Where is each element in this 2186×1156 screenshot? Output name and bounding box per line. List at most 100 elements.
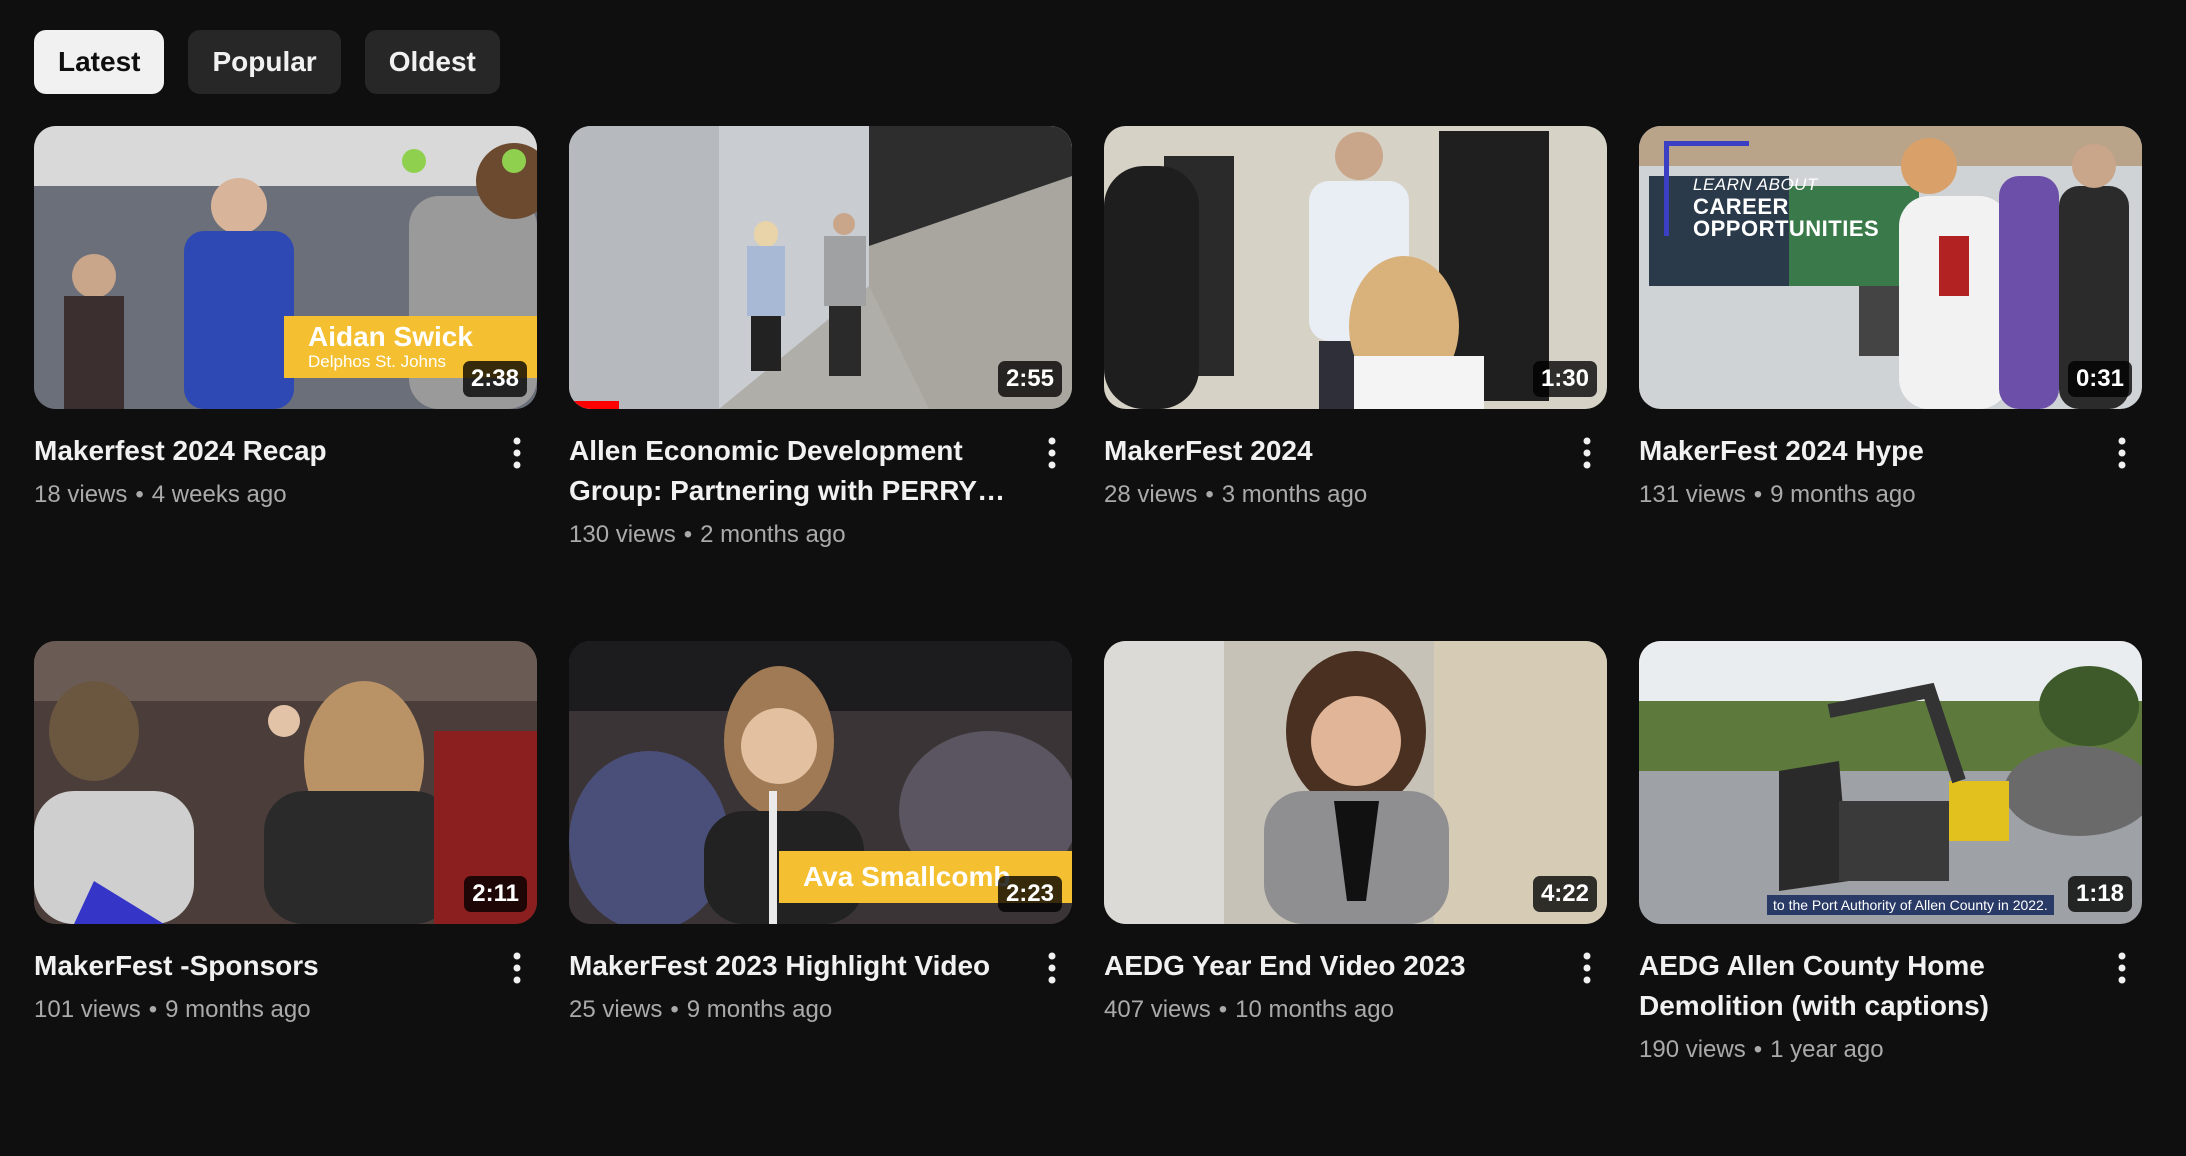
more-options-button[interactable] [1032, 948, 1072, 988]
video-card[interactable]: 2:11 MakerFest -Sponsors 101 views • 9 mon… [34, 641, 537, 1156]
video-meta: MakerFest 2024 Hype 131 views • 9 months a… [1639, 431, 2142, 511]
video-thumbnail[interactable]: 2:55 [569, 126, 1072, 409]
thumbnail-headline-main: CAREER OPPORTUNITIES [1693, 194, 1880, 241]
view-count: 25 views [569, 996, 663, 1023]
thumbnail-image [1104, 126, 1607, 409]
upload-age: 2 months ago [700, 521, 846, 548]
view-count: 407 views [1104, 996, 1211, 1023]
kebab-icon [1048, 437, 1056, 469]
separator-dot: • [670, 996, 679, 1023]
kebab-icon [1583, 952, 1591, 984]
separator-dot: • [148, 996, 158, 1023]
thumbnail-image [569, 126, 1072, 409]
video-meta: AEDG Year End Video 2023 407 views • 10 mo… [1104, 946, 1607, 1026]
upload-age: 9 months ago [686, 996, 833, 1023]
video-title[interactable]: AEDG Allen County Home Demolition (with … [1639, 946, 2086, 1026]
more-options-button[interactable] [1567, 433, 1607, 473]
upload-age: 3 months ago [1221, 481, 1368, 508]
more-options-button[interactable] [2102, 433, 2142, 473]
duration-badge: 2:38 [462, 361, 527, 397]
video-meta: MakerFest 2023 Highlight Video 25 views •… [569, 946, 1072, 1026]
video-card[interactable]: LEARN ABOUT CAREER OPPORTUNITIES 0:31 Ma… [1639, 126, 2142, 641]
watch-progress-bar [569, 401, 620, 409]
thumbnail-image [1639, 641, 2142, 924]
video-thumbnail[interactable]: 4:22 [1104, 641, 1607, 924]
upload-age: 10 months ago [1235, 996, 1394, 1023]
video-card[interactable]: 2:55 Allen Economic Development Group: P… [569, 126, 1072, 641]
kebab-icon [2118, 437, 2126, 469]
video-card[interactable]: Aidan Swick Delphos St. Johns 2:38 Maker… [34, 126, 537, 641]
upload-age: 9 months ago [1770, 481, 1916, 508]
video-thumbnail[interactable]: Ava Smallcomb 2:23 [569, 641, 1072, 924]
duration-badge: 2:23 [997, 876, 1062, 912]
more-options-button[interactable] [497, 433, 537, 473]
video-subtitle: to the Port Authority of Allen County in… [1767, 895, 2054, 915]
video-title[interactable]: MakerFest -Sponsors [34, 946, 481, 986]
video-title[interactable]: Makerfest 2024 Recap [34, 431, 481, 471]
thumbnail-headline-top: LEARN ABOUT [1693, 175, 1818, 194]
overlay-name: Aidan Swick [308, 321, 473, 352]
video-card[interactable]: Ava Smallcomb 2:23 MakerFest 2023 Highli… [569, 641, 1072, 1156]
chip-latest[interactable]: Latest [34, 30, 165, 94]
duration-badge: 0:31 [2067, 361, 2132, 397]
upload-age: 4 weeks ago [151, 481, 287, 508]
video-stats: 131 views • 9 months ago [1639, 479, 2086, 511]
thumbnail-image [1104, 641, 1607, 924]
more-options-button[interactable] [1567, 948, 1607, 988]
video-stats: 407 views • 10 months ago [1104, 994, 1551, 1026]
view-count: 130 views [569, 521, 676, 548]
view-count: 28 views [1104, 481, 1198, 508]
separator-dot: • [1753, 481, 1763, 508]
video-meta: Makerfest 2024 Recap 18 views • 4 weeks ag… [34, 431, 537, 511]
video-thumbnail[interactable]: to the Port Authority of Allen County in… [1639, 641, 2142, 924]
duration-badge: 4:22 [1532, 876, 1597, 912]
view-count: 131 views [1639, 481, 1746, 508]
video-card[interactable]: 1:30 MakerFest 2024 28 views • 3 months ag… [1104, 126, 1607, 641]
separator-dot: • [1218, 996, 1228, 1023]
thumbnail-headline: LEARN ABOUT CAREER OPPORTUNITIES [1693, 174, 1893, 240]
separator-dot: • [683, 521, 693, 548]
video-thumbnail[interactable]: 1:30 [1104, 126, 1607, 409]
view-count: 18 views [34, 481, 128, 508]
more-options-button[interactable] [1032, 433, 1072, 473]
chip-popular[interactable]: Popular [188, 30, 341, 94]
upload-age: 1 year ago [1770, 1036, 1884, 1063]
separator-dot: • [1753, 1036, 1763, 1063]
video-title[interactable]: AEDG Year End Video 2023 [1104, 946, 1551, 986]
video-thumbnail[interactable]: LEARN ABOUT CAREER OPPORTUNITIES 0:31 [1639, 126, 2142, 409]
video-title[interactable]: MakerFest 2024 Hype [1639, 431, 2086, 471]
thumbnail-image [1639, 126, 2142, 409]
more-options-button[interactable] [497, 948, 537, 988]
kebab-icon [513, 952, 521, 984]
video-grid: Aidan Swick Delphos St. Johns 2:38 Maker… [34, 126, 2142, 1156]
video-title[interactable]: Allen Economic Development Group: Partne… [569, 431, 1016, 511]
filter-chips: Latest Popular Oldest [34, 30, 500, 94]
thumbnail-image [34, 641, 537, 924]
video-stats: 25 views • 9 months ago [569, 994, 1016, 1026]
video-title[interactable]: MakerFest 2023 Highlight Video [569, 946, 1016, 986]
separator-dot: • [1205, 481, 1214, 508]
more-options-button[interactable] [2102, 948, 2142, 988]
video-stats: 28 views • 3 months ago [1104, 479, 1551, 511]
duration-badge: 1:18 [2067, 876, 2132, 912]
video-thumbnail[interactable]: 2:11 [34, 641, 537, 924]
video-stats: 190 views • 1 year ago [1639, 1034, 2086, 1066]
kebab-icon [2118, 952, 2126, 984]
video-meta: MakerFest -Sponsors 101 views • 9 months a… [34, 946, 537, 1026]
kebab-icon [1583, 437, 1591, 469]
video-card[interactable]: to the Port Authority of Allen County in… [1639, 641, 2142, 1156]
duration-badge: 1:30 [1532, 361, 1597, 397]
video-meta: MakerFest 2024 28 views • 3 months ago [1104, 431, 1607, 511]
upload-age: 9 months ago [165, 996, 311, 1023]
kebab-icon [513, 437, 521, 469]
video-thumbnail[interactable]: Aidan Swick Delphos St. Johns 2:38 [34, 126, 537, 409]
duration-badge: 2:55 [997, 361, 1062, 397]
video-card[interactable]: 4:22 AEDG Year End Video 2023 407 views •… [1104, 641, 1607, 1156]
chip-oldest[interactable]: Oldest [364, 30, 500, 94]
video-stats: 101 views • 9 months ago [34, 994, 481, 1026]
video-title[interactable]: MakerFest 2024 [1104, 431, 1551, 471]
view-count: 101 views [34, 996, 141, 1023]
view-count: 190 views [1639, 1036, 1746, 1063]
separator-dot: • [135, 481, 144, 508]
kebab-icon [1048, 952, 1056, 984]
